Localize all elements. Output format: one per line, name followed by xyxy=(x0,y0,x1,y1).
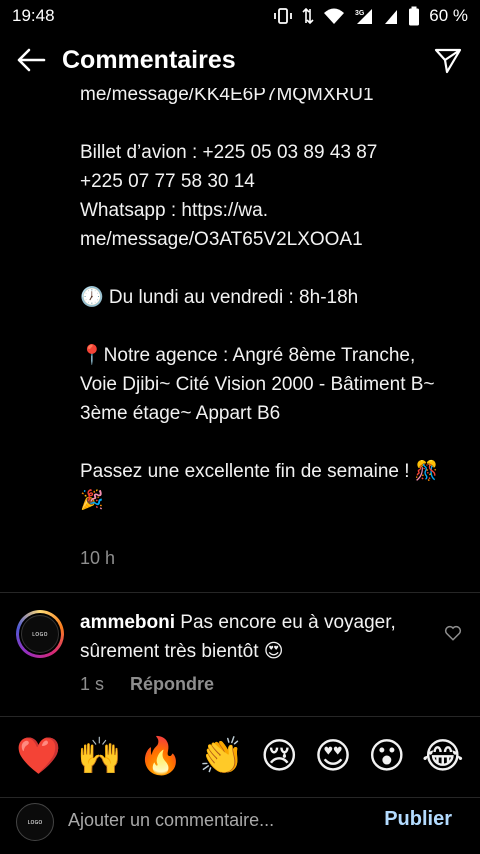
status-time: 19:48 xyxy=(12,6,55,25)
comment-username[interactable]: ammeboni xyxy=(80,612,175,633)
avatar-logo: ʟᴏɢᴏ xyxy=(21,615,59,653)
comment-timestamp: 1 s xyxy=(80,674,105,694)
status-bar: 19:48 3G 60 % xyxy=(0,0,480,32)
paper-plane-icon xyxy=(434,48,462,74)
like-button[interactable] xyxy=(444,624,462,642)
comment-input[interactable]: Ajouter un commentaire... xyxy=(68,810,274,831)
cell-signal-2-icon xyxy=(385,10,398,24)
vibrate-icon xyxy=(274,8,293,24)
caption-scroll-area[interactable]: me/message/KK4E6P7MQMXRU1 Billet d’avion… xyxy=(0,88,480,588)
battery-icon xyxy=(409,6,420,26)
emoji-surprised-button[interactable]: 😮 xyxy=(368,736,406,777)
data-arrows-icon xyxy=(302,7,314,25)
wifi-icon xyxy=(324,8,345,24)
back-button[interactable] xyxy=(0,32,62,88)
heart-outline-icon xyxy=(444,625,462,641)
page-title: Commentaires xyxy=(62,45,236,74)
svg-text:3G: 3G xyxy=(355,10,365,17)
emoji-clap-button[interactable]: 👏 xyxy=(199,736,244,777)
emoji-laughing-button[interactable]: 😂 xyxy=(422,736,464,777)
avatar[interactable]: ʟᴏɢᴏ xyxy=(16,610,64,658)
comment-meta: 1 s Répondre xyxy=(80,674,214,695)
emoji-heart-eyes-button[interactable]: 😍 xyxy=(314,736,352,777)
battery-percent: 60 % xyxy=(429,6,468,25)
cell-signal-icon: 3G xyxy=(355,9,373,24)
comment-item: ʟᴏɢᴏ ammeboni Pas encore eu à voyager, s… xyxy=(0,604,480,714)
emoji-quick-bar: ❤️ 🙌 🔥 👏 😢 😍 😮 😂 xyxy=(0,716,480,796)
emoji-raised-hands-button[interactable]: 🙌 xyxy=(77,736,122,777)
arrow-left-icon xyxy=(17,48,46,72)
divider xyxy=(0,592,480,593)
comment-body: ammeboni Pas encore eu à voyager, sûreme… xyxy=(80,608,430,666)
avatar: ʟᴏɢᴏ xyxy=(16,803,54,841)
emoji-fire-button[interactable]: 🔥 xyxy=(138,736,183,777)
reply-button[interactable]: Répondre xyxy=(130,674,214,695)
emoji-heart-button[interactable]: ❤️ xyxy=(16,736,61,777)
share-button[interactable] xyxy=(430,42,466,78)
caption-timestamp: 10 h xyxy=(80,548,116,568)
app-header: Commentaires xyxy=(0,32,480,88)
status-icons: 3G 60 % xyxy=(273,6,468,26)
compose-bar: ʟᴏɢᴏ Ajouter un commentaire... Publier xyxy=(0,797,480,854)
caption-text: me/message/KK4E6P7MQMXRU1 Billet d’avion… xyxy=(80,88,439,511)
emoji-crying-button[interactable]: 😢 xyxy=(260,736,298,777)
publish-button[interactable]: Publier xyxy=(384,808,452,831)
